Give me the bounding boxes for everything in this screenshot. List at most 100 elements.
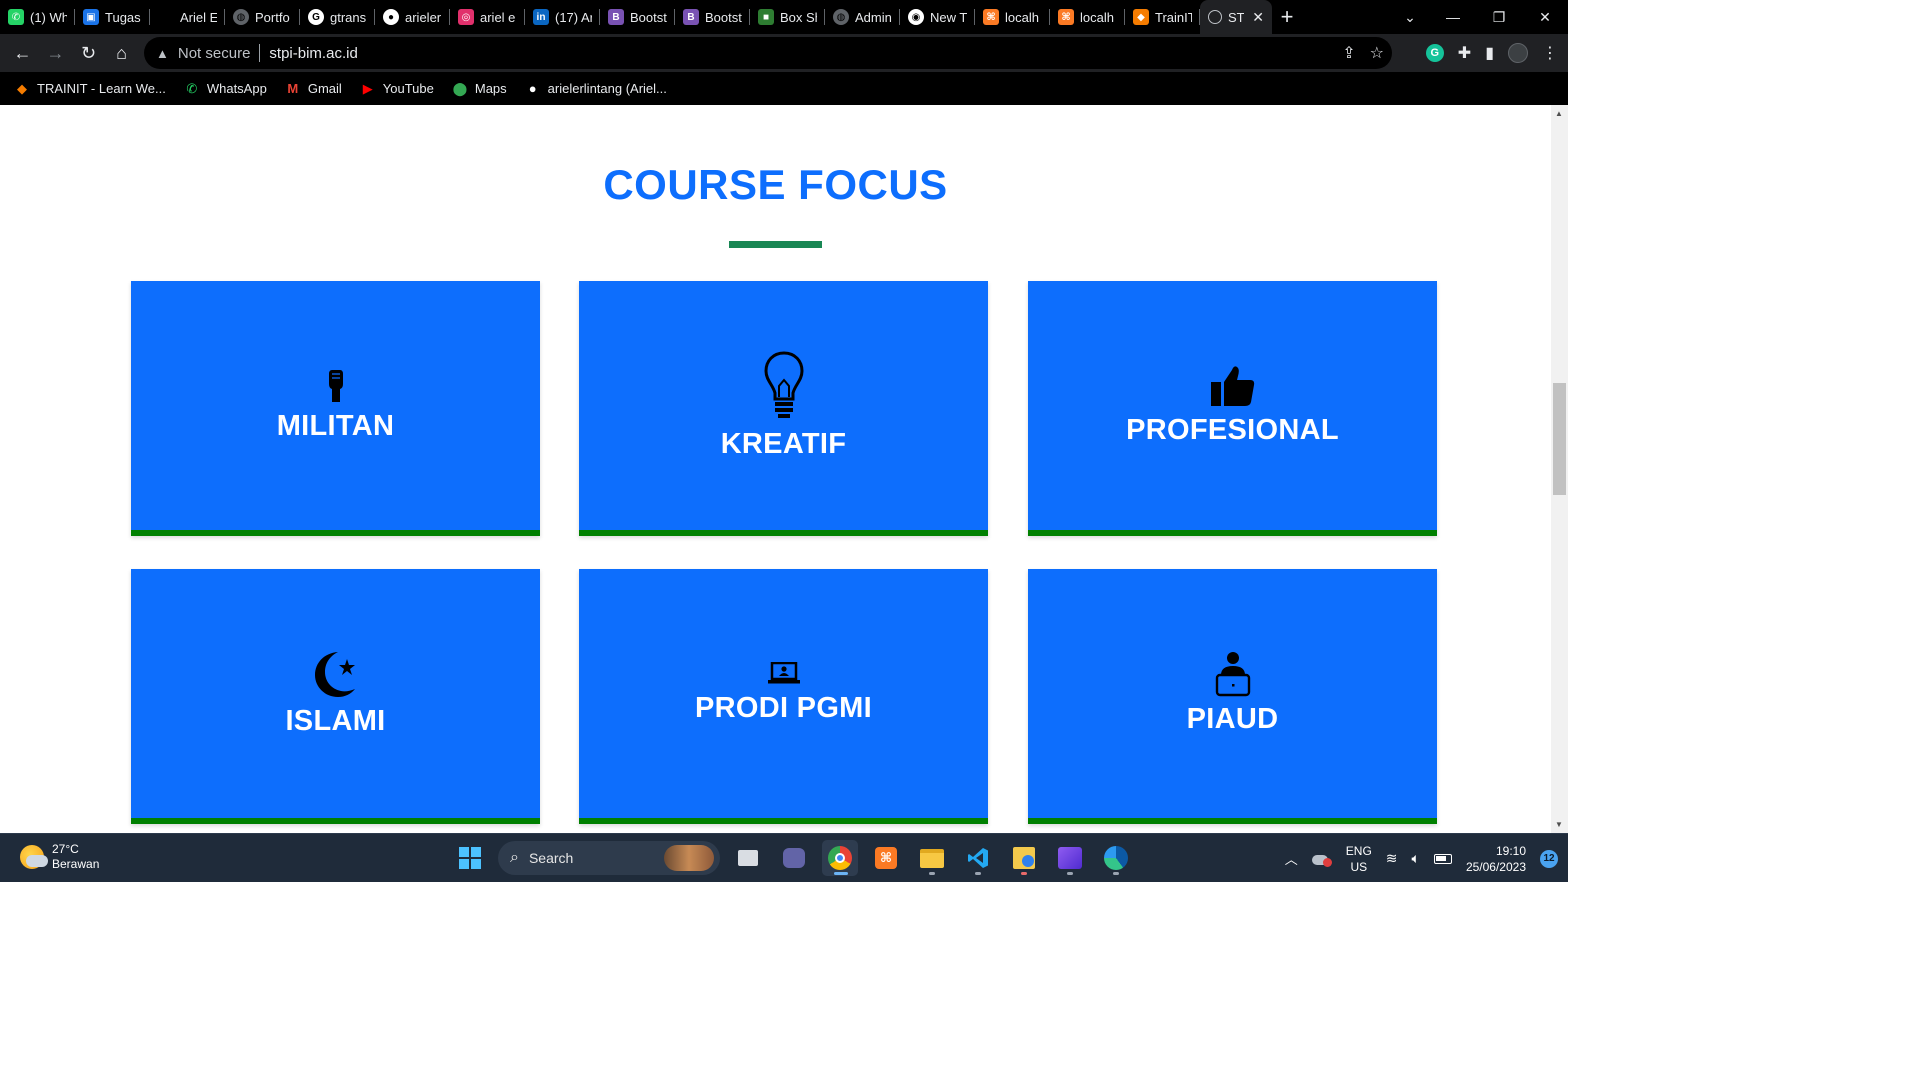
trainit-icon: ◆	[17, 80, 27, 96]
taskbar-apps: ⌕ Search ⌘	[452, 840, 1134, 876]
tab-item[interactable]: in (17) Ar	[525, 0, 600, 34]
globe-icon	[1208, 10, 1222, 24]
tab-label: arieler	[405, 9, 442, 25]
tab-item[interactable]: ◆ TrainIT	[1125, 0, 1200, 34]
tab-active[interactable]: STI ✕	[1200, 0, 1272, 34]
tab-item[interactable]: ● arieler	[375, 0, 450, 34]
active-tab-label: STI	[1228, 9, 1245, 25]
edge-taskbar-button[interactable]	[1098, 840, 1134, 876]
bookmark-label: Gmail	[307, 81, 342, 96]
tab-item[interactable]: B Bootst	[675, 0, 750, 34]
menu-icon[interactable]: ⋮	[1542, 43, 1558, 63]
course-card: PROFESIONAL	[1028, 281, 1437, 536]
lang-line1: ENG	[1345, 843, 1372, 858]
clock[interactable]: 19:10 25/06/2023	[1466, 843, 1526, 875]
course-card: MILITAN	[131, 281, 540, 536]
classroom-icon: ▣	[83, 9, 99, 25]
forward-icon[interactable]: →	[39, 37, 72, 69]
tab-search-icon[interactable]: ⌄	[1390, 0, 1430, 34]
side-panel-icon[interactable]: ▮	[1485, 43, 1494, 63]
notification-badge[interactable]: 12	[1540, 849, 1558, 868]
search-label: Search	[528, 850, 574, 866]
profile-avatar[interactable]	[1508, 43, 1528, 63]
weather-cloudy-icon	[20, 845, 48, 869]
new-tab-button[interactable]: +	[1272, 0, 1302, 34]
url-text[interactable]: stpi-bim.ac.id	[269, 45, 357, 62]
running-indicator	[1067, 872, 1073, 875]
tab-item[interactable]: Ariel E	[150, 0, 225, 34]
teams-chat-button[interactable]	[776, 840, 812, 876]
grammarly-icon[interactable]: G	[1425, 44, 1444, 62]
tab-label: New T	[930, 9, 967, 25]
minimize-icon[interactable]: —	[1430, 0, 1476, 34]
wifi-icon[interactable]: ≋	[1386, 850, 1398, 867]
chrome-icon	[828, 846, 852, 870]
chevron-up-icon[interactable]: ︿	[1285, 849, 1298, 868]
bookmark-star-icon[interactable]: ☆	[1370, 43, 1384, 63]
task-view-button[interactable]	[730, 840, 766, 876]
share-icon[interactable]: ⇪	[1342, 43, 1355, 63]
vscode-icon	[968, 848, 988, 868]
page-viewport: COURSE FOCUS MILITAN KREATIF PROFESIONAL IS…	[0, 105, 1551, 833]
search-icon: ⌕	[510, 849, 519, 866]
back-icon[interactable]: ←	[6, 37, 39, 69]
bookmark-item[interactable]: ⬤ Maps	[452, 81, 507, 97]
file-folder-icon	[1013, 847, 1035, 869]
taskbar-search[interactable]: ⌕ Search	[498, 841, 720, 875]
tab-item[interactable]: ◎ ariel e	[450, 0, 525, 34]
reload-icon[interactable]: ↻	[72, 37, 105, 69]
volume-icon[interactable]: 🔈︎	[1412, 850, 1420, 867]
globe-icon: ◍	[233, 9, 249, 25]
tab-item[interactable]: B Bootst	[600, 0, 675, 34]
page-scrollbar[interactable]: ▲ ▼	[1551, 105, 1568, 833]
bookmark-label: TRAINIT - Learn We...	[37, 81, 166, 96]
tab-item[interactable]: Ggtrans	[300, 0, 375, 34]
bookmark-item[interactable]: M Gmail	[285, 81, 342, 97]
tab-item[interactable]: ⌘ localh	[975, 0, 1050, 34]
scrollbar-thumb[interactable]	[1553, 383, 1566, 495]
tab-item[interactable]: ■ Box Sh	[750, 0, 825, 34]
bootstrap-icon: B	[608, 9, 624, 25]
scroll-up-icon[interactable]: ▲	[1555, 109, 1563, 118]
home-icon[interactable]: ⌂	[105, 37, 138, 69]
file-manager-button[interactable]	[1006, 840, 1042, 876]
weather-widget[interactable]: 27°C Berawan	[20, 842, 99, 872]
tab-label: Bootst	[705, 9, 742, 25]
file-explorer-button[interactable]	[914, 840, 950, 876]
tab-item[interactable]: ◍ Portfo	[225, 0, 300, 34]
system-tray: ︿ ENG US ≋ 🔈︎ 19:10 25/06/2023 12	[1285, 834, 1558, 883]
maps-icon: ⬤	[452, 80, 468, 96]
page-title: COURSE FOCUS	[603, 161, 948, 208]
whatsapp-icon: ✆	[186, 80, 198, 96]
vscode-taskbar-button[interactable]	[960, 840, 996, 876]
tab-label: localh	[1080, 9, 1114, 25]
bookmark-item[interactable]: ✆ WhatsApp	[184, 80, 266, 97]
tab-item[interactable]: ◍ Admin	[825, 0, 900, 34]
chrome-taskbar-button[interactable]	[822, 840, 858, 876]
onedrive-error-icon[interactable]	[1311, 852, 1332, 867]
bookmark-item[interactable]: ▶ YouTube	[360, 81, 434, 97]
language-indicator[interactable]: ENG US	[1346, 843, 1372, 875]
clipchamp-button[interactable]	[1052, 840, 1088, 876]
close-icon[interactable]: ✕	[1252, 9, 1264, 26]
crescent-star-icon	[312, 649, 360, 699]
instagram-icon: ◎	[458, 9, 474, 25]
xampp-taskbar-button[interactable]: ⌘	[868, 840, 904, 876]
start-button[interactable]	[452, 840, 488, 876]
bookmark-item[interactable]: ◆ TRAINIT - Learn We...	[14, 81, 166, 97]
course-card-title: ISLAMI	[285, 705, 386, 737]
battery-icon[interactable]	[1433, 853, 1452, 864]
tab-item[interactable]: ✆ (1) Wh	[0, 0, 75, 34]
tab-item[interactable]: ◉ New T	[900, 0, 975, 34]
close-window-icon[interactable]: ✕	[1522, 0, 1568, 34]
tab-label: ariel e	[480, 9, 516, 25]
tab-item[interactable]: ▣ Tugas	[75, 0, 150, 34]
bookmark-item[interactable]: ● arielerlintang (Ariel...	[525, 81, 667, 97]
restore-icon[interactable]: ❐	[1476, 0, 1522, 34]
fist-icon	[325, 368, 347, 404]
extensions-icon[interactable]: ✚	[1458, 43, 1471, 63]
scroll-down-icon[interactable]: ▼	[1555, 820, 1563, 829]
tab-item[interactable]: ⌘ localh	[1050, 0, 1125, 34]
address-bar[interactable]: ▲ Not secure stpi-bim.ac.id ⇪ ☆	[144, 37, 1392, 69]
trainit-icon: ◆	[1133, 9, 1149, 25]
